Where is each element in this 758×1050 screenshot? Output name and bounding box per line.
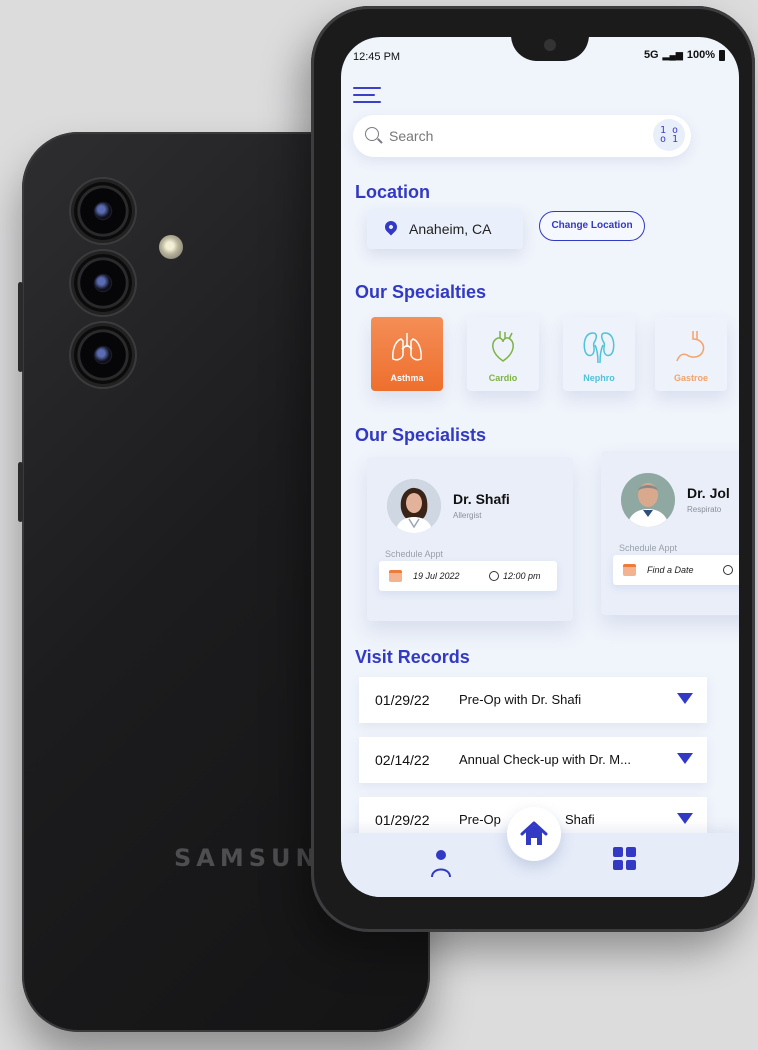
filter-icon: 1 oo 1 <box>659 125 679 145</box>
schedule-label: Schedule Appt <box>385 549 444 559</box>
appointment-picker[interactable]: 19 Jul 2022 12:00 pm <box>379 561 557 591</box>
camera-lens-icon <box>74 326 132 384</box>
calendar-icon <box>389 570 402 582</box>
expand-arrow-icon[interactable] <box>677 813 693 824</box>
search-icon <box>365 127 379 141</box>
schedule-label: Schedule Appt <box>619 543 678 553</box>
app-screen: 12:45 PM 5G ▂▄▆ 100% Search 1 oo 1 Locat… <box>341 37 739 897</box>
appointment-time: 12:00 pm <box>503 571 541 581</box>
location-card: Anaheim, CA <box>367 209 523 249</box>
home-icon <box>520 821 548 845</box>
location-title: Location <box>355 182 430 202</box>
location-city: Anaheim, CA <box>409 221 492 237</box>
volume-button <box>18 282 23 372</box>
expand-arrow-icon[interactable] <box>677 753 693 764</box>
signal-icon: ▂▄▆ <box>662 49 683 60</box>
specialty-label: Cardio <box>488 373 518 383</box>
doctor-name: Dr. Shafi <box>453 491 510 507</box>
avatar <box>621 473 675 527</box>
record-date: 01/29/22 <box>375 692 430 708</box>
location-pin-icon <box>382 218 400 236</box>
avatar <box>387 479 441 533</box>
calendar-icon <box>623 564 636 576</box>
record-description: Pre-Op with Dr. Shafi <box>459 692 582 707</box>
specialties-title: Our Specialties <box>355 282 487 302</box>
menu-icon[interactable] <box>353 87 381 108</box>
specialty-nephro[interactable]: Nephro <box>563 317 635 391</box>
record-description: Shafi <box>565 812 595 827</box>
camera-module <box>68 178 134 392</box>
specialists-title: Our Specialists <box>355 425 487 445</box>
doctor-card[interactable]: Dr. Jol Respirato Schedule Appt Find a D… <box>601 451 739 615</box>
clock-icon <box>489 571 499 581</box>
record-description: Annual Check-up with Dr. M... <box>459 752 631 767</box>
specialty-gastroe[interactable]: Gastroe <box>655 317 727 391</box>
search-input[interactable]: Search 1 oo 1 <box>353 115 691 157</box>
power-button <box>18 462 23 522</box>
clock-icon <box>723 565 733 575</box>
battery-icon <box>719 49 725 61</box>
dashboard-grid-icon[interactable] <box>613 847 637 871</box>
network-label: 5G <box>643 49 659 61</box>
specialty-asthma[interactable]: Asthma <box>371 317 443 391</box>
specialty-label: Asthma <box>390 373 424 383</box>
specialty-label: Gastroe <box>673 373 708 383</box>
doctor-role: Respirato <box>687 505 722 514</box>
specialty-label: Nephro <box>583 373 615 383</box>
home-button[interactable] <box>507 807 561 861</box>
doctor-name: Dr. Jol <box>687 485 730 501</box>
status-indicators: 5G ▂▄▆ 100% <box>644 49 725 61</box>
doctor-role: Allergist <box>453 511 482 520</box>
appointment-date: 19 Jul 2022 <box>413 571 460 581</box>
record-date: 01/29/22 <box>375 812 430 828</box>
camera-lens-icon <box>74 254 132 312</box>
visit-record-row[interactable]: 02/14/22 Annual Check-up with Dr. M... <box>359 737 707 783</box>
expand-arrow-icon[interactable] <box>677 693 693 704</box>
specialty-cardio[interactable]: Cardio <box>467 317 539 391</box>
status-time: 12:45 PM <box>353 51 401 63</box>
front-phone: 12:45 PM 5G ▂▄▆ 100% Search 1 oo 1 Locat… <box>311 6 755 932</box>
record-description: Pre-Op <box>459 812 501 827</box>
camera-notch <box>511 37 589 61</box>
heart-icon <box>492 331 514 362</box>
filter-button[interactable]: 1 oo 1 <box>653 119 685 151</box>
visit-record-row[interactable]: 01/29/22 Pre-Op with Dr. Shafi <box>359 677 707 723</box>
appointment-date: Find a Date <box>647 565 694 575</box>
appointment-picker[interactable]: Find a Date <box>613 555 739 585</box>
stomach-icon <box>676 331 705 362</box>
record-date: 02/14/22 <box>375 752 430 768</box>
change-location-button[interactable]: Change Location <box>539 211 645 241</box>
lungs-icon <box>392 333 422 361</box>
search-placeholder: Search <box>389 128 434 144</box>
camera-lens-icon <box>74 182 132 240</box>
kidney-icon <box>583 332 615 364</box>
battery-label: 100% <box>686 49 715 61</box>
visit-records-title: Visit Records <box>355 647 470 667</box>
flash-icon <box>159 235 183 259</box>
doctor-card[interactable]: Dr. Shafi Allergist Schedule Appt 19 Jul… <box>367 457 573 621</box>
profile-icon[interactable] <box>429 849 453 879</box>
